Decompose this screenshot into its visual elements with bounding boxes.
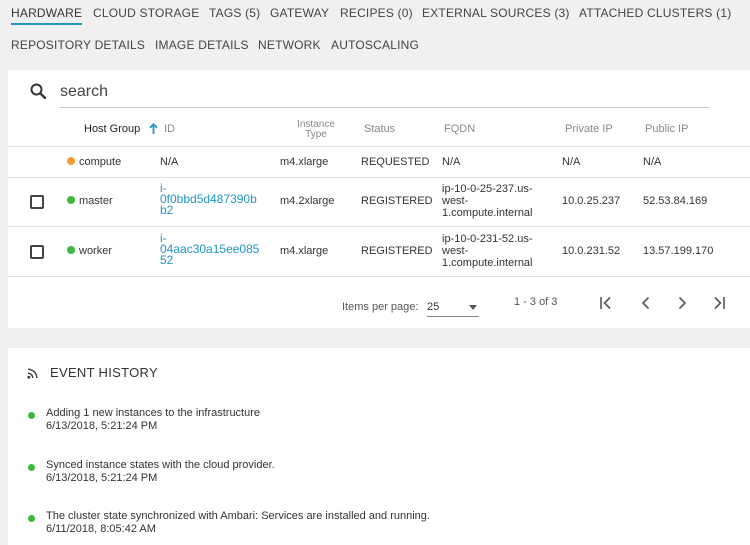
search-icon xyxy=(30,83,46,99)
event-text-block: The cluster state synchronized with Amba… xyxy=(46,510,430,536)
host-group-label: compute xyxy=(79,156,122,168)
tab-autoscaling[interactable]: AUTOSCALING xyxy=(331,38,419,52)
fqdn-line: 1.compute.internal xyxy=(442,207,533,219)
event-timestamp: 6/13/2018, 5:21:24 PM xyxy=(46,472,158,484)
header-host-group[interactable]: Host Group xyxy=(84,123,140,135)
instance-id-line: 04aac30a15ee085 xyxy=(160,242,260,256)
items-per-page-value: 25 xyxy=(427,301,440,313)
items-per-page-label: Items per page: xyxy=(342,301,419,313)
event-status-dot xyxy=(28,464,35,471)
event-text-block: Synced instance states with the cloud pr… xyxy=(46,459,275,485)
instance-id-link[interactable]: i- 0f0bbd5d487390b b2 xyxy=(160,182,257,217)
instance-type: m4.xlarge xyxy=(280,156,329,168)
table-row: worker i- 04aac30a15ee085 52 m4.xlarge R… xyxy=(8,226,750,276)
instance-status: REGISTERED xyxy=(361,195,433,207)
host-group-cell: worker xyxy=(67,245,112,257)
tab-bar: HARDWARE CLOUD STORAGE TAGS (5) GATEWAY … xyxy=(0,0,750,62)
instance-status: REGISTERED xyxy=(361,245,433,257)
fqdn-line: ip-10-0-25-237.us- xyxy=(442,183,533,195)
status-dot xyxy=(67,196,75,205)
event-timestamp: 6/11/2018, 8:05:42 AM xyxy=(46,523,156,535)
sort-ascending-icon[interactable] xyxy=(149,123,158,134)
event-timestamp: 6/13/2018, 5:21:24 PM xyxy=(46,420,158,432)
host-group-label: master xyxy=(79,195,113,207)
instance-type: m4.2xlarge xyxy=(280,195,335,207)
private-ip: 10.0.25.237 xyxy=(562,195,621,207)
instance-id-line: b2 xyxy=(160,203,174,217)
previous-page-icon[interactable] xyxy=(639,296,653,310)
tab-attached-clusters[interactable]: ATTACHED CLUSTERS (1) xyxy=(579,6,731,20)
fqdn-line: west- xyxy=(442,195,469,207)
fqdn: ip-10-0-25-237.us- west- 1.compute.inter… xyxy=(442,183,533,219)
event-message: The cluster state synchronized with Amba… xyxy=(46,510,430,522)
fqdn: N/A xyxy=(442,156,461,168)
event-history-title: EVENT HISTORY xyxy=(50,365,158,380)
next-page-icon[interactable] xyxy=(675,296,689,310)
event-status-dot xyxy=(28,412,35,419)
header-instance-type[interactable]: Instance Type xyxy=(291,120,341,140)
last-page-icon[interactable] xyxy=(712,296,726,310)
row-checkbox[interactable] xyxy=(30,245,44,259)
public-ip: N/A xyxy=(643,156,662,168)
host-group-cell: compute xyxy=(67,156,121,168)
host-group-cell: master xyxy=(67,195,113,207)
tab-tags[interactable]: TAGS (5) xyxy=(209,6,260,20)
private-ip: N/A xyxy=(562,156,581,168)
tab-image-details[interactable]: IMAGE DETAILS xyxy=(155,38,249,52)
items-per-page-select[interactable]: 25 xyxy=(427,301,479,317)
row-checkbox[interactable] xyxy=(30,195,44,209)
event-message: Synced instance states with the cloud pr… xyxy=(46,459,275,471)
search-input[interactable] xyxy=(60,80,710,108)
public-ip: 52.53.84.169 xyxy=(643,195,708,207)
tab-network[interactable]: NETWORK xyxy=(258,38,321,52)
hardware-card: Host Group ID Instance Type Status FQDN … xyxy=(8,70,750,328)
tab-external-sources[interactable]: EXTERNAL SOURCES (3) xyxy=(422,6,570,20)
tab-recipes[interactable]: RECIPES (0) xyxy=(340,6,413,20)
instance-id-line: 0f0bbd5d487390b xyxy=(160,192,257,206)
fqdn-line: west- xyxy=(442,245,469,257)
instance-id-link[interactable]: i- 04aac30a15ee085 52 xyxy=(160,232,260,267)
event-text-block: Adding 1 new instances to the infrastruc… xyxy=(46,407,260,433)
header-instance-type-line2: Type xyxy=(305,129,327,140)
fqdn: ip-10-0-231-52.us- west- 1.compute.inter… xyxy=(442,233,533,269)
event-message: Adding 1 new instances to the infrastruc… xyxy=(46,407,261,419)
instance-id: N/A xyxy=(160,156,179,168)
instance-type: m4.xlarge xyxy=(280,245,329,257)
status-dot xyxy=(67,246,75,255)
event-status-dot xyxy=(28,515,35,522)
private-ip: 10.0.231.52 xyxy=(562,245,621,257)
page-range: 1 - 3 of 3 xyxy=(514,296,558,308)
instance-id-line: 52 xyxy=(160,253,174,267)
first-page-icon[interactable] xyxy=(599,296,613,310)
tab-gateway[interactable]: GATEWAY xyxy=(270,6,329,20)
header-public-ip[interactable]: Public IP xyxy=(645,123,688,135)
fqdn-line: ip-10-0-231-52.us- xyxy=(442,233,533,245)
paginator: Items per page: 25 1 - 3 of 3 xyxy=(8,276,750,328)
table-row: master i- 0f0bbd5d487390b b2 m4.2xlarge … xyxy=(8,177,750,226)
host-group-label: worker xyxy=(79,245,113,257)
fqdn-line: 1.compute.internal xyxy=(442,257,533,269)
public-ip: 13.57.199.170 xyxy=(643,245,714,257)
rss-feed-icon xyxy=(27,368,38,379)
header-fqdn[interactable]: FQDN xyxy=(444,123,475,135)
tab-repository-details[interactable]: REPOSITORY DETAILS xyxy=(11,38,145,52)
tab-cloud-storage[interactable]: CLOUD STORAGE xyxy=(93,6,199,20)
dropdown-arrow-icon xyxy=(469,305,477,310)
header-private-ip[interactable]: Private IP xyxy=(565,123,613,135)
header-id[interactable]: ID xyxy=(164,123,175,135)
header-status[interactable]: Status xyxy=(364,123,395,135)
table-row: compute N/A m4.xlarge REQUESTED N/A N/A … xyxy=(8,146,750,177)
tab-hardware[interactable]: HARDWARE xyxy=(11,6,83,25)
status-dot xyxy=(67,157,75,166)
event-history-card: EVENT HISTORY Adding 1 new instances to … xyxy=(8,348,750,545)
instance-status: REQUESTED xyxy=(361,156,430,168)
